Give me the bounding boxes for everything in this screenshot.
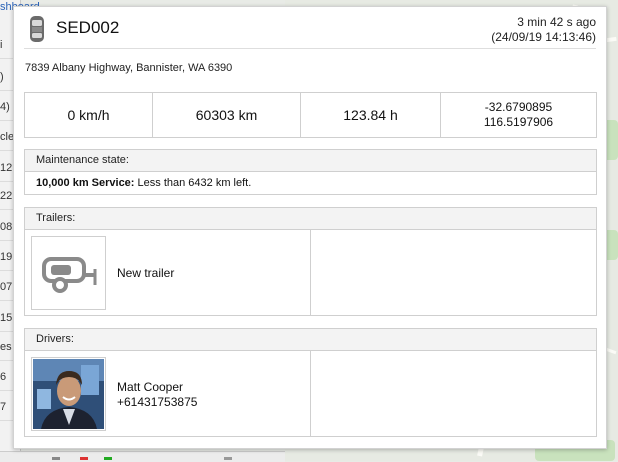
- vehicle-address: 7839 Albany Highway, Bannister, WA 6390: [25, 62, 233, 74]
- last-message-time-ago: 3 min 42 s ago: [517, 15, 596, 29]
- drivers-title: Drivers:: [25, 329, 596, 351]
- latitude-value: -32.6790895: [484, 100, 553, 114]
- trailers-title: Trailers:: [25, 208, 596, 230]
- trailer-icon: [31, 236, 106, 310]
- maintenance-section: Maintenance state: 10,000 km Service: Le…: [24, 149, 597, 195]
- toolbar-icon[interactable]: [80, 457, 88, 460]
- car-icon: [28, 15, 46, 46]
- trailers-section: Trailers: New trailer: [24, 207, 597, 316]
- trailers-empty-cell: [311, 230, 596, 315]
- drivers-empty-cell: [311, 351, 596, 436]
- drivers-section: Drivers: Matt Cooper +61431753875: [24, 328, 597, 437]
- vehicle-name: SED002: [56, 18, 120, 37]
- last-message-timestamp: (24/09/19 14:13:46): [491, 30, 596, 44]
- odometer-value: 60303 km: [153, 93, 301, 137]
- speed-value: 0 km/h: [25, 93, 153, 137]
- engine-hours-value: 123.84 h: [301, 93, 441, 137]
- trailer-name: New trailer: [117, 266, 175, 280]
- trailer-item[interactable]: New trailer: [25, 230, 311, 315]
- toolbar-icon[interactable]: [52, 457, 60, 460]
- driver-avatar: [31, 357, 106, 431]
- driver-item[interactable]: Matt Cooper +61431753875: [25, 351, 311, 436]
- unit-info-popup: SED002 3 min 42 s ago (24/09/19 14:13:46…: [13, 6, 607, 449]
- service-name: 10,000 km Service:: [36, 177, 135, 189]
- toolbar-icon[interactable]: [224, 457, 232, 460]
- coordinates-cell: -32.6790895 116.5197906: [441, 93, 596, 137]
- toolbar-icon[interactable]: [104, 457, 112, 460]
- maintenance-title: Maintenance state:: [25, 150, 596, 172]
- maintenance-row: 10,000 km Service: Less than 6432 km lef…: [25, 172, 596, 194]
- longitude-value: 116.5197906: [483, 115, 554, 129]
- popup-header: SED002 3 min 42 s ago (24/09/19 14:13:46…: [14, 7, 606, 49]
- service-status: Less than 6432 km left.: [137, 177, 252, 189]
- driver-phone: +61431753875: [117, 395, 198, 409]
- divider: [24, 48, 596, 49]
- driver-name: Matt Cooper: [117, 380, 184, 394]
- stats-table: 0 km/h 60303 km 123.84 h -32.6790895 116…: [24, 92, 597, 138]
- bottom-toolbar: [0, 451, 285, 462]
